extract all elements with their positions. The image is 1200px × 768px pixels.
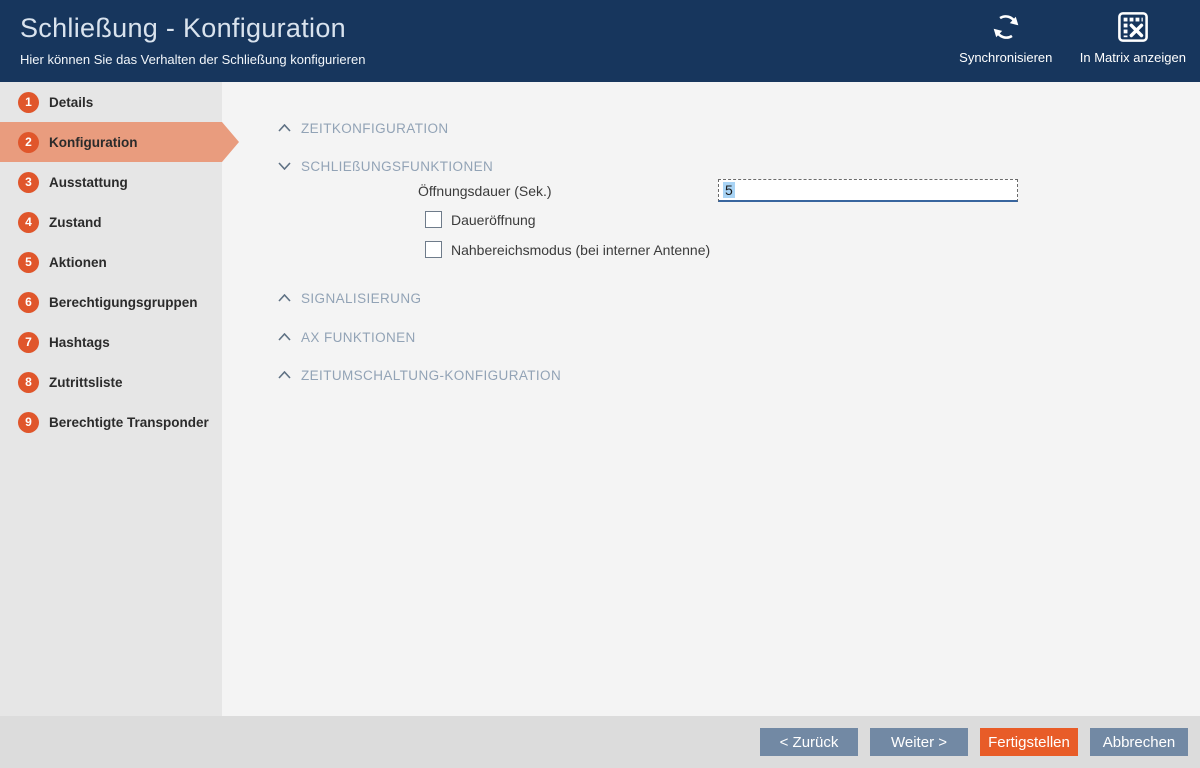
section-zeitumschaltung-konfiguration[interactable]: ZEITUMSCHALTUNG-KONFIGURATION (278, 366, 561, 384)
sidebar-item-label: Details (49, 95, 93, 110)
header: Schließung - Konfiguration Hier können S… (0, 0, 1200, 82)
opening-duration-label: Öffnungsdauer (Sek.) (418, 183, 552, 199)
active-step-arrow (222, 122, 239, 162)
section-signalisierung[interactable]: SIGNALISIERUNG (278, 289, 421, 307)
step-number-badge: 1 (18, 92, 39, 113)
sidebar-item-aktionen[interactable]: 5 Aktionen (0, 242, 222, 282)
permanent-open-checkbox[interactable] (425, 211, 442, 228)
step-number-badge: 3 (18, 172, 39, 193)
section-label: AX FUNKTIONEN (301, 330, 416, 345)
sidebar-item-hashtags[interactable]: 7 Hashtags (0, 322, 222, 362)
chevron-down-icon (278, 162, 291, 170)
section-label: ZEITUMSCHALTUNG-KONFIGURATION (301, 368, 561, 383)
sidebar-item-details[interactable]: 1 Details (0, 82, 222, 122)
step-number-badge: 2 (18, 132, 39, 153)
section-label: SIGNALISIERUNG (301, 291, 421, 306)
header-actions: Synchronisieren In Matrix anzeigen (958, 8, 1186, 65)
page-title: Schließung - Konfiguration (20, 13, 346, 44)
next-button[interactable]: Weiter > (870, 728, 968, 756)
step-number-badge: 4 (18, 212, 39, 233)
step-number-badge: 8 (18, 372, 39, 393)
step-number-badge: 6 (18, 292, 39, 313)
sidebar-item-berechtigte-transponder[interactable]: 9 Berechtigte Transponder (0, 402, 222, 442)
sidebar-item-berechtigungsgruppen[interactable]: 6 Berechtigungsgruppen (0, 282, 222, 322)
permanent-open-row: Daueröffnung (425, 211, 536, 228)
step-number-badge: 9 (18, 412, 39, 433)
sidebar-item-label: Zutrittsliste (49, 375, 123, 390)
close-range-mode-row: Nahbereichsmodus (bei interner Antenne) (425, 241, 710, 258)
sidebar-item-label: Hashtags (49, 335, 110, 350)
sidebar-item-label: Berechtigungsgruppen (49, 295, 198, 310)
sidebar-item-label: Ausstattung (49, 175, 128, 190)
sidebar-item-label: Zustand (49, 215, 102, 230)
sidebar-item-zutrittsliste[interactable]: 8 Zutrittsliste (0, 362, 222, 402)
configuration-panel: ZEITKONFIGURATION SCHLIEßUNGSFUNKTIONEN … (222, 82, 1200, 716)
synchronize-button[interactable]: Synchronisieren (958, 8, 1054, 65)
show-in-matrix-button[interactable]: In Matrix anzeigen (1080, 8, 1186, 65)
section-ax-funktionen[interactable]: AX FUNKTIONEN (278, 328, 416, 346)
matrix-icon (1116, 8, 1150, 46)
chevron-up-icon (278, 294, 291, 302)
sync-icon (989, 8, 1023, 46)
finish-button[interactable]: Fertigstellen (980, 728, 1078, 756)
footer-bar: < Zurück Weiter > Fertigstellen Abbreche… (0, 716, 1200, 768)
close-range-mode-checkbox[interactable] (425, 241, 442, 258)
chevron-up-icon (278, 371, 291, 379)
cancel-button[interactable]: Abbrechen (1090, 728, 1188, 756)
wizard-step-sidebar: 1 Details 2 Konfiguration 3 Ausstattung … (0, 82, 222, 716)
sidebar-item-label: Konfiguration (49, 135, 137, 150)
permanent-open-label: Daueröffnung (451, 212, 536, 228)
sidebar-item-zustand[interactable]: 4 Zustand (0, 202, 222, 242)
step-number-badge: 7 (18, 332, 39, 353)
show-in-matrix-label: In Matrix anzeigen (1080, 50, 1186, 65)
section-zeitkonfiguration[interactable]: ZEITKONFIGURATION (278, 119, 449, 137)
section-label: SCHLIEßUNGSFUNKTIONEN (301, 159, 493, 174)
sidebar-item-konfiguration[interactable]: 2 Konfiguration (0, 122, 222, 162)
page-subtitle: Hier können Sie das Verhalten der Schlie… (20, 52, 365, 67)
sidebar-item-ausstattung[interactable]: 3 Ausstattung (0, 162, 222, 202)
section-schliessungsfunktionen[interactable]: SCHLIEßUNGSFUNKTIONEN (278, 157, 493, 175)
chevron-up-icon (278, 124, 291, 132)
section-label: ZEITKONFIGURATION (301, 121, 449, 136)
sidebar-item-label: Berechtigte Transponder (49, 415, 209, 430)
synchronize-label: Synchronisieren (959, 50, 1052, 65)
opening-duration-input[interactable]: 5 (718, 179, 1018, 202)
step-number-badge: 5 (18, 252, 39, 273)
chevron-up-icon (278, 333, 291, 341)
back-button[interactable]: < Zurück (760, 728, 858, 756)
selected-input-text: 5 (723, 182, 735, 198)
close-range-mode-label: Nahbereichsmodus (bei interner Antenne) (451, 242, 710, 258)
sidebar-item-label: Aktionen (49, 255, 107, 270)
